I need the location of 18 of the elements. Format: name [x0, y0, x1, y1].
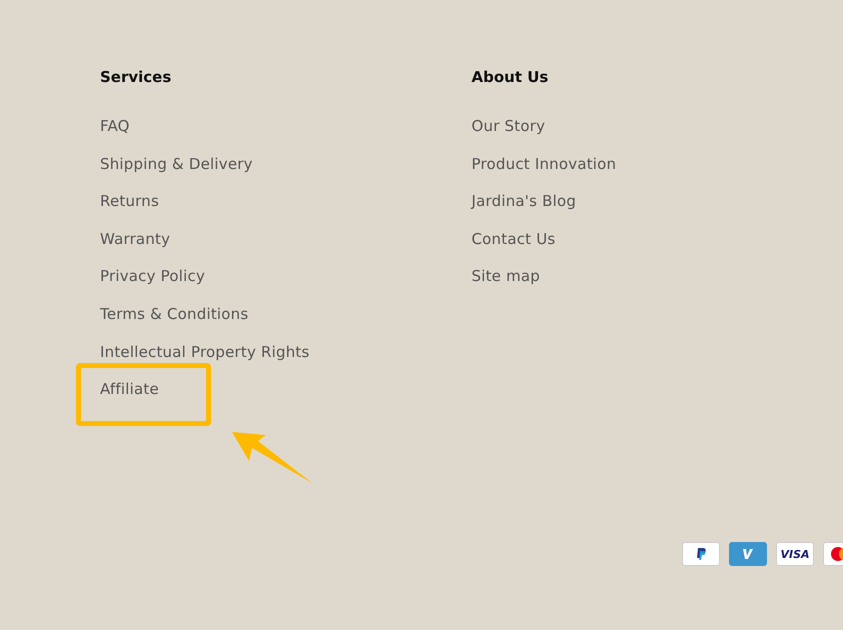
- footer-link[interactable]: Warranty: [100, 228, 170, 250]
- card-label: VISA: [780, 548, 810, 560]
- footer-link[interactable]: Returns: [100, 190, 159, 212]
- footer-link[interactable]: Affiliate: [100, 378, 159, 400]
- venmo-icon: [742, 548, 754, 560]
- footer-link[interactable]: FAQ: [100, 115, 130, 137]
- footer-link[interactable]: Shipping & Delivery: [100, 152, 253, 175]
- footer-link[interactable]: Site map: [472, 265, 540, 288]
- footer-link[interactable]: Privacy Policy: [100, 265, 206, 288]
- column-heading: About Us: [472, 67, 550, 88]
- paypal-icon: [695, 547, 707, 561]
- footer-link[interactable]: Jardina's Blog: [472, 190, 576, 212]
- footer-link[interactable]: Terms & Conditions: [100, 302, 248, 325]
- footer-link[interactable]: Our Story: [472, 115, 546, 137]
- column-heading: Services: [100, 67, 172, 88]
- footer-link[interactable]: Intellectual Property Rights: [100, 340, 310, 363]
- footer-link[interactable]: Product Innovation: [472, 152, 616, 175]
- footer-link[interactable]: Contact Us: [472, 228, 556, 250]
